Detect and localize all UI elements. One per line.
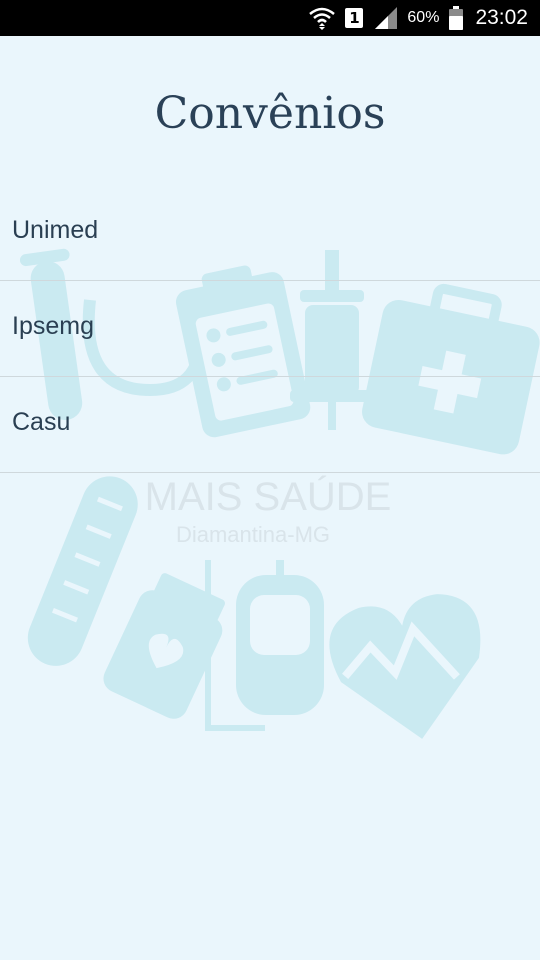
medicine-bottle-icon bbox=[103, 573, 225, 719]
list-item-casu[interactable]: Casu bbox=[0, 377, 540, 473]
convenios-list: Unimed Ipsemg Casu bbox=[0, 185, 540, 473]
battery-percent: 60% bbox=[407, 9, 440, 26]
page-title: Convênios bbox=[154, 88, 386, 139]
list-item-label: Casu bbox=[12, 408, 71, 436]
list-item-ipsemg[interactable]: Ipsemg bbox=[0, 281, 540, 377]
wifi-icon bbox=[309, 6, 336, 30]
thermometer-icon bbox=[27, 476, 138, 666]
status-bar: 1 60% 23:02 bbox=[0, 0, 540, 36]
watermark-location: Diamantina-MG bbox=[176, 522, 330, 547]
watermark-brand: MAIS SAÚDE bbox=[145, 474, 392, 519]
sim-card-badge: 1 bbox=[345, 8, 364, 28]
list-item-unimed[interactable]: Unimed bbox=[0, 185, 540, 281]
list-item-label: Unimed bbox=[12, 216, 99, 244]
status-icons: 1 60% 23:02 bbox=[299, 0, 528, 36]
list-item-label: Ipsemg bbox=[12, 312, 94, 340]
battery-icon bbox=[449, 6, 464, 30]
iv-bag-icon bbox=[205, 560, 324, 731]
clock: 23:02 bbox=[475, 6, 528, 29]
signal-icon bbox=[373, 7, 398, 29]
heart-icon bbox=[329, 594, 481, 739]
